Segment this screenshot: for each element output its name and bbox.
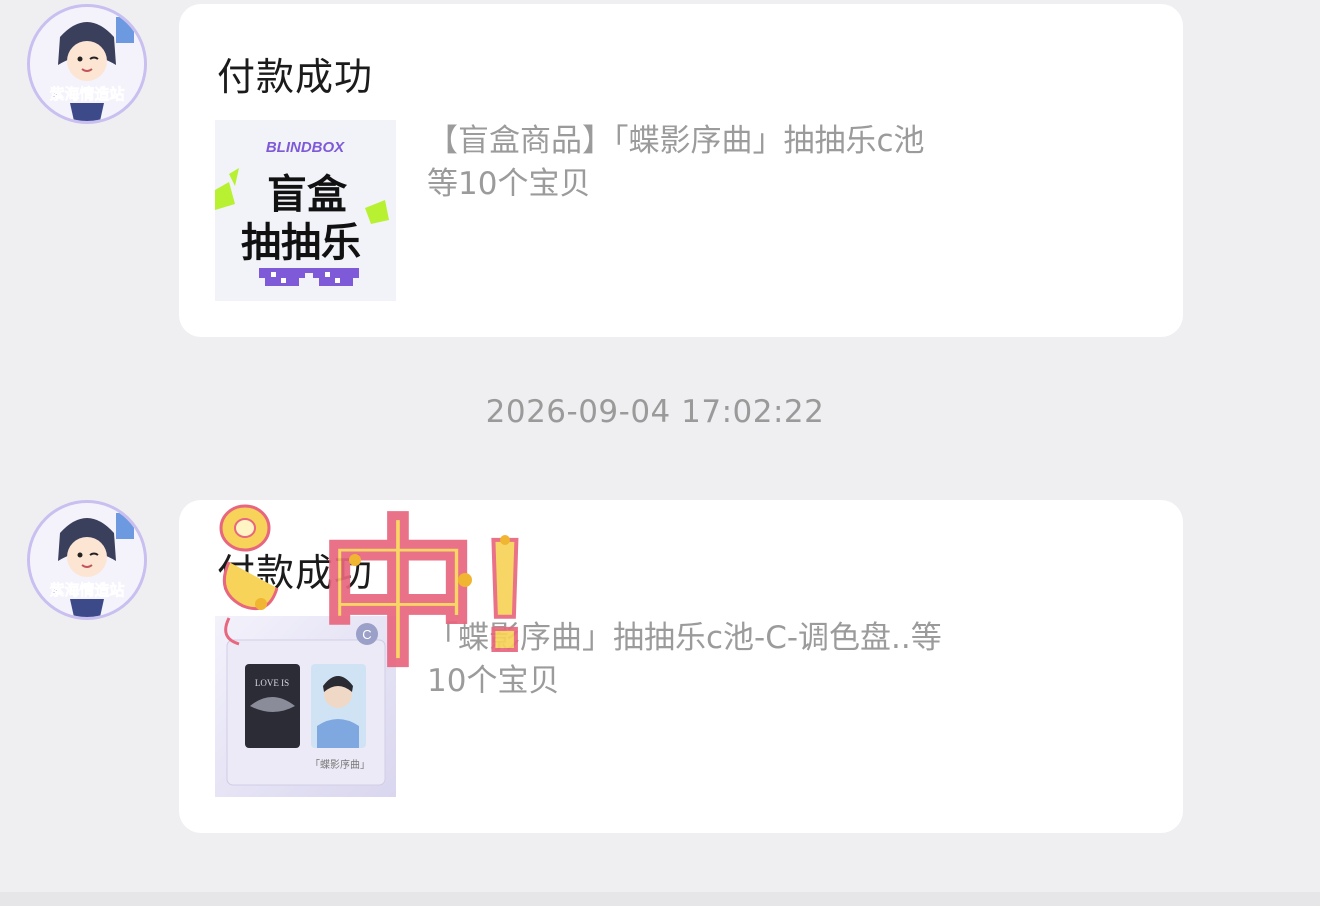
product-description: 「蝶影序曲」抽抽乐c池-C-调色盘..等 10个宝贝: [427, 617, 1027, 703]
thumbnail-line1-text: 盲盒: [267, 173, 348, 217]
thumbnail-badge-text: C: [362, 627, 371, 642]
description-line: 等10个宝贝: [427, 166, 591, 202]
avatar-text: 紫海情造站: [49, 85, 124, 103]
message-card[interactable]: 付款成功 C LOVE IS 「蝶影序曲」 「蝶影序曲」抽抽乐c池-C-调色盘.…: [179, 500, 1183, 833]
thumbnail-card-text: LOVE IS: [255, 678, 289, 688]
product-thumbnail[interactable]: BLINDBOX 盲盒 抽抽乐: [215, 120, 396, 301]
avatar-text: 紫海情造站: [49, 581, 124, 599]
thumbnail-brand-text: BLINDBOX: [266, 139, 345, 156]
thumbnail-caption-text: 「蝶影序曲」: [310, 758, 370, 771]
bottom-divider: [0, 892, 1320, 906]
payment-success-title: 付款成功: [217, 55, 374, 99]
thumbnail-line2-text: 抽抽乐: [241, 221, 361, 265]
description-line: 【盲盒商品】「蝶影序曲」抽抽乐c池: [427, 123, 925, 159]
message-card[interactable]: 付款成功 BLINDBOX 盲盒 抽抽乐 【盲盒商品】「蝶影序曲」抽抽乐c池 等…: [179, 4, 1183, 337]
description-line: 10个宝贝: [427, 663, 560, 699]
sender-avatar[interactable]: 紫海情造站: [27, 4, 147, 124]
payment-success-title: 付款成功: [217, 551, 374, 595]
sender-avatar[interactable]: 紫海情造站: [27, 500, 147, 620]
message-timestamp: 2026-09-04 17:02:22: [485, 394, 825, 430]
product-thumbnail[interactable]: C LOVE IS 「蝶影序曲」: [215, 616, 396, 797]
description-line: 「蝶影序曲」抽抽乐c池-C-调色盘..等: [427, 620, 942, 656]
product-description: 【盲盒商品】「蝶影序曲」抽抽乐c池 等10个宝贝: [427, 120, 1027, 206]
